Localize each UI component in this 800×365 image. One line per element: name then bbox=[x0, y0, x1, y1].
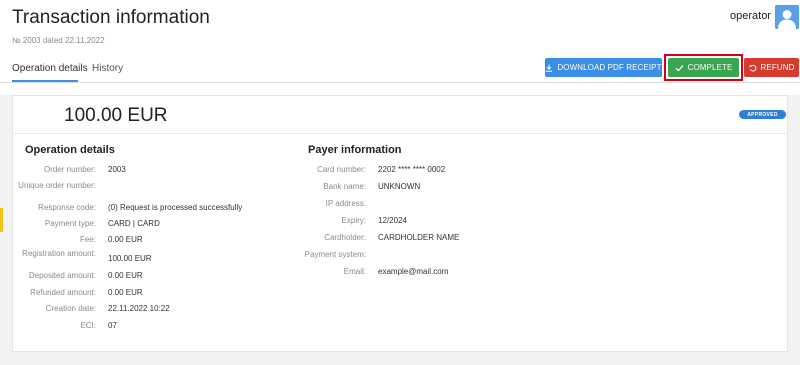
field-ip-address: IP address: bbox=[283, 199, 459, 216]
operation-details-list: Order number: 2003 Unique order number: … bbox=[13, 165, 242, 335]
status-badge: APPROVED bbox=[739, 110, 786, 119]
field-value: 0.00 EUR bbox=[108, 271, 143, 280]
field-card-number: Card number: 2202 **** **** 0002 bbox=[283, 165, 459, 182]
refund-button[interactable]: REFUND bbox=[744, 58, 799, 77]
field-label: Card number: bbox=[317, 165, 366, 174]
download-icon bbox=[546, 64, 553, 72]
field-value: 0.00 EUR bbox=[108, 235, 143, 244]
user-name[interactable]: operator bbox=[730, 10, 771, 22]
field-value: 22.11.2022 10:22 bbox=[108, 304, 170, 313]
field-value: 12/2024 bbox=[378, 216, 407, 225]
field-expiry: Expiry: 12/2024 bbox=[283, 216, 459, 233]
field-deposited-amount: Deposited amount: 0.00 EUR bbox=[13, 271, 242, 288]
field-order-number: Order number: 2003 bbox=[13, 165, 242, 181]
checkmark-icon bbox=[675, 64, 684, 71]
active-tab-indicator bbox=[12, 80, 78, 82]
field-label: Payment system: bbox=[304, 250, 366, 259]
field-refunded-amount: Refunded amount: 0.00 EUR bbox=[13, 288, 242, 304]
user-avatar-icon[interactable] bbox=[775, 5, 799, 29]
refund-label: REFUND bbox=[760, 63, 795, 72]
field-value: 100.00 EUR bbox=[108, 254, 152, 263]
field-cardholder: Cardholder: CARDHOLDER NAME bbox=[283, 233, 459, 250]
page-title: Transaction information bbox=[12, 7, 210, 28]
complete-button[interactable]: COMPLETE bbox=[668, 58, 739, 77]
tab-history[interactable]: History bbox=[92, 63, 123, 74]
field-label: Order number: bbox=[43, 165, 96, 174]
operation-details-title: Operation details bbox=[25, 144, 115, 156]
undo-icon bbox=[749, 64, 756, 71]
field-label: Cardholder: bbox=[324, 233, 366, 242]
left-accent-marker bbox=[0, 208, 3, 232]
field-value: 2202 **** **** 0002 bbox=[378, 165, 446, 174]
field-value: 2003 bbox=[108, 165, 126, 174]
field-eci: ECI: 07 bbox=[13, 321, 242, 335]
field-value: UNKNOWN bbox=[378, 182, 421, 191]
page-header: Transaction information № 2003 dated 22.… bbox=[0, 0, 800, 95]
field-payment-type: Payment type: CARD | CARD bbox=[13, 219, 242, 235]
field-registration-amount: Registration amount: 100.00 EUR bbox=[13, 249, 242, 271]
field-label: Deposited amount: bbox=[28, 271, 96, 280]
field-label: IP address: bbox=[325, 199, 366, 208]
field-payment-system: Payment system: bbox=[283, 250, 459, 267]
field-label: Bank name: bbox=[323, 182, 366, 191]
field-label: Fee: bbox=[79, 235, 96, 244]
tabs-divider bbox=[0, 82, 800, 83]
field-label: Email: bbox=[343, 267, 366, 276]
field-value: 07 bbox=[108, 321, 117, 330]
payer-information-title: Payer information bbox=[308, 144, 402, 156]
field-label: Refunded amount: bbox=[30, 288, 96, 297]
field-bank-name: Bank name: UNKNOWN bbox=[283, 182, 459, 199]
transaction-amount: 100.00 EUR bbox=[64, 105, 168, 126]
tab-operation-details[interactable]: Operation details bbox=[12, 63, 88, 74]
transaction-card: 100.00 EUR APPROVED Operation details Or… bbox=[12, 95, 788, 352]
download-pdf-receipt-label: DOWNLOAD PDF RECEIPT bbox=[557, 63, 662, 72]
field-label: Registration amount: bbox=[22, 249, 96, 258]
field-fee: Fee: 0.00 EUR bbox=[13, 235, 242, 249]
transaction-subtitle: № 2003 dated 22.11.2022 bbox=[12, 36, 105, 45]
field-value: 0.00 EUR bbox=[108, 288, 143, 297]
field-label: Creation date: bbox=[45, 304, 96, 313]
complete-label: COMPLETE bbox=[687, 63, 733, 72]
field-label: Payment type: bbox=[44, 219, 96, 228]
field-label: Expiry: bbox=[341, 216, 366, 225]
field-value: example@mail.com bbox=[378, 267, 449, 276]
field-value: CARDHOLDER NAME bbox=[378, 233, 460, 242]
download-pdf-receipt-button[interactable]: DOWNLOAD PDF RECEIPT bbox=[545, 58, 662, 77]
field-label: ECI: bbox=[80, 321, 96, 330]
payer-information-list: Card number: 2202 **** **** 0002 Bank na… bbox=[283, 165, 460, 284]
field-value: (0) Request is processed successfully bbox=[108, 203, 243, 212]
field-label: Unique order number: bbox=[18, 181, 96, 190]
field-unique-order-number: Unique order number: bbox=[13, 181, 242, 203]
field-response-code: Response code: (0) Request is processed … bbox=[13, 203, 242, 219]
field-email: Email: example@mail.com bbox=[283, 267, 459, 284]
field-creation-date: Creation date: 22.11.2022 10:22 bbox=[13, 304, 242, 321]
field-label: Response code: bbox=[38, 203, 96, 212]
card-divider bbox=[13, 133, 787, 134]
field-value: CARD | CARD bbox=[108, 219, 160, 228]
